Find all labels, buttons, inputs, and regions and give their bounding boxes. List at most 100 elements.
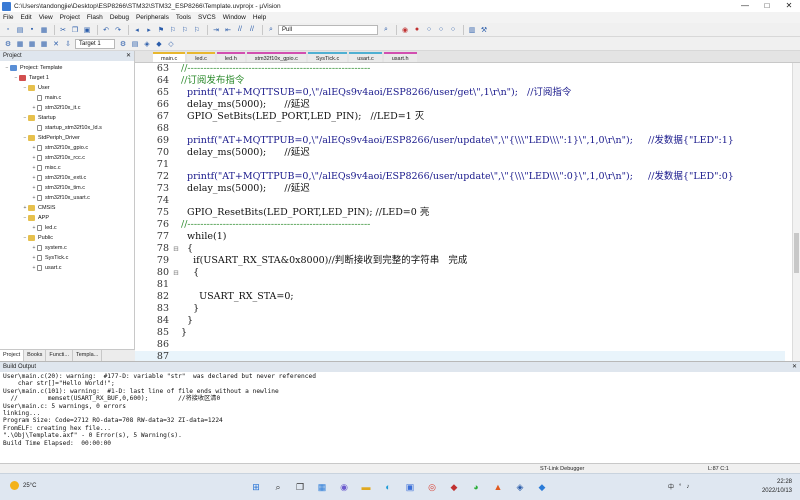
code-line[interactable]: 63 //------------------------------------…	[135, 63, 785, 75]
code-line[interactable]: 86	[135, 339, 785, 351]
editor-tab[interactable]: led.c	[187, 52, 215, 62]
menu-tools[interactable]: Tools	[176, 14, 191, 21]
copy-icon[interactable]: ❐	[70, 25, 80, 35]
menu-debug[interactable]: Debug	[110, 14, 129, 21]
close-button[interactable]: ✕	[778, 0, 800, 12]
tree-item[interactable]: − StdPeriph_Driver	[0, 133, 134, 143]
paste-icon[interactable]: ▣	[82, 25, 92, 35]
fold-marker-icon[interactable]: ⊟	[173, 243, 181, 255]
app-icon[interactable]: ▲	[490, 479, 506, 495]
manage-run-time-icon[interactable]: ◈	[142, 39, 152, 49]
save-all-icon[interactable]: ▦	[39, 25, 49, 35]
batch-build-icon[interactable]: ▦	[39, 39, 49, 49]
tree-item[interactable]: + stm32f10x_exti.c	[0, 173, 134, 183]
breakpoint-kill-icon[interactable]: ○	[448, 25, 458, 35]
code-area[interactable]: 63 //------------------------------------…	[135, 63, 800, 361]
save-icon[interactable]: ▪	[27, 25, 37, 35]
configure-icon[interactable]: ⚒	[479, 25, 489, 35]
tab-project[interactable]: Project	[0, 350, 25, 361]
app-icon[interactable]: ◆	[446, 479, 462, 495]
uncomment-icon[interactable]: //	[247, 25, 257, 35]
target-select[interactable]: Target 1	[75, 38, 115, 49]
code-line[interactable]: 74	[135, 195, 785, 207]
editor-scrollbar[interactable]	[792, 63, 800, 361]
code-line[interactable]: 69 printf("AT+MQTTPUB=0,\"/alEQs9v4aoi/E…	[135, 135, 785, 147]
code-line[interactable]: 84 }	[135, 315, 785, 327]
code-line[interactable]: 81	[135, 279, 785, 291]
editor-tab[interactable]: main.c	[153, 52, 186, 62]
code-line[interactable]: 80 ⊟ {	[135, 267, 785, 279]
redo-icon[interactable]: ↷	[113, 25, 123, 35]
tree-item[interactable]: + system.c	[0, 243, 134, 253]
open-file-icon[interactable]: ▤	[15, 25, 25, 35]
code-line[interactable]: 75 GPIO_ResetBits(LED_PORT,LED_PIN); //L…	[135, 207, 785, 219]
wechat-icon[interactable]: ◕	[468, 479, 484, 495]
breakpoint-icon[interactable]: ●	[412, 25, 422, 35]
menu-peripherals[interactable]: Peripherals	[136, 14, 169, 21]
undo-icon[interactable]: ↶	[101, 25, 111, 35]
task-view-icon[interactable]: ❐	[292, 479, 308, 495]
tree-item[interactable]: − Public	[0, 233, 134, 243]
tree-item[interactable]: + usart.c	[0, 263, 134, 273]
menu-svcs[interactable]: SVCS	[198, 14, 216, 21]
breakpoint-disable-icon[interactable]: ○	[436, 25, 446, 35]
rebuild-icon[interactable]: ▦	[27, 39, 37, 49]
chrome-icon[interactable]: ◎	[424, 479, 440, 495]
editor-tab[interactable]: SysTick.c	[307, 52, 348, 62]
debug-icon[interactable]: ◉	[400, 25, 410, 35]
stop-build-icon[interactable]: ✕	[51, 39, 61, 49]
build-icon[interactable]: ▦	[15, 39, 25, 49]
file-explorer-icon[interactable]: ▬	[358, 479, 374, 495]
maximize-button[interactable]: □	[756, 0, 778, 12]
pane-close-icon[interactable]: ✕	[792, 362, 797, 372]
tree-item[interactable]: − Target 1	[0, 73, 134, 83]
app-icon[interactable]: ◆	[534, 479, 550, 495]
code-line[interactable]: 68	[135, 123, 785, 135]
pack-installer-icon[interactable]: ◆	[154, 39, 164, 49]
ime-icon[interactable]: 中	[668, 482, 674, 491]
menu-view[interactable]: View	[39, 14, 53, 21]
scrollbar-thumb[interactable]	[794, 233, 799, 273]
fold-marker-icon[interactable]: ⊟	[173, 267, 181, 279]
tab-books[interactable]: Books	[24, 350, 47, 361]
tab-functions[interactable]: Functi...	[46, 350, 73, 361]
tree-item[interactable]: + misc.c	[0, 163, 134, 173]
start-icon[interactable]: ⊞	[248, 479, 264, 495]
tree-item[interactable]: + stm32f10x_rcc.c	[0, 153, 134, 163]
bookmark-prev-icon[interactable]: ⚐	[168, 25, 178, 35]
minimize-button[interactable]: —	[734, 0, 756, 12]
target-options-icon[interactable]: ⚙	[118, 39, 128, 49]
find-icon[interactable]: ⌕	[381, 25, 391, 35]
tree-item[interactable]: main.c	[0, 93, 134, 103]
code-line[interactable]: 67 GPIO_SetBits(LED_PORT,LED_PIN); //LED…	[135, 111, 785, 123]
code-line[interactable]: 71	[135, 159, 785, 171]
search-icon[interactable]: ⌕	[270, 479, 286, 495]
code-line[interactable]: 78 ⊟ {	[135, 243, 785, 255]
editor-tab[interactable]: led.h	[216, 52, 245, 62]
bookmark-clear-icon[interactable]: ⚐	[192, 25, 202, 35]
editor-tab[interactable]: stm32f10x_gpio.c	[246, 52, 306, 62]
menu-file[interactable]: File	[3, 14, 13, 21]
widgets-icon[interactable]: ▦	[314, 479, 330, 495]
code-line[interactable]: 85}	[135, 327, 785, 339]
download-icon[interactable]: ⇩	[63, 39, 73, 49]
nav-back-icon[interactable]: ◂	[132, 25, 142, 35]
code-line[interactable]: 65 printf("AT+MQTTSUB=0,\"/alEQs9v4aoi/E…	[135, 87, 785, 99]
taskbar-clock[interactable]: 22:28 2022/10/13	[762, 478, 792, 496]
uvision-app-icon[interactable]: ◈	[512, 479, 528, 495]
code-line[interactable]: 83 }	[135, 303, 785, 315]
code-line[interactable]: 77 while(1)	[135, 231, 785, 243]
tree-item[interactable]: + stm32f10x_tim.c	[0, 183, 134, 193]
cut-icon[interactable]: ✂	[58, 25, 68, 35]
breakpoint-enable-icon[interactable]: ○	[424, 25, 434, 35]
tree-item[interactable]: + stm32f10x_it.c	[0, 103, 134, 113]
menu-window[interactable]: Window	[223, 14, 246, 21]
translate-icon[interactable]: ⚙	[3, 39, 13, 49]
tree-item[interactable]: startup_stm32f10x_ld.s	[0, 123, 134, 133]
select-packs-icon[interactable]: ◇	[166, 39, 176, 49]
sound-icon[interactable]: ♪	[686, 484, 689, 490]
code-line[interactable]: 82 USART_RX_STA=0;	[135, 291, 785, 303]
build-output-text[interactable]: User\main.c(20): warning: #177-D: variab…	[0, 372, 800, 448]
tab-templates[interactable]: Templa...	[73, 350, 103, 361]
tree-item[interactable]: + stm32f10x_gpio.c	[0, 143, 134, 153]
